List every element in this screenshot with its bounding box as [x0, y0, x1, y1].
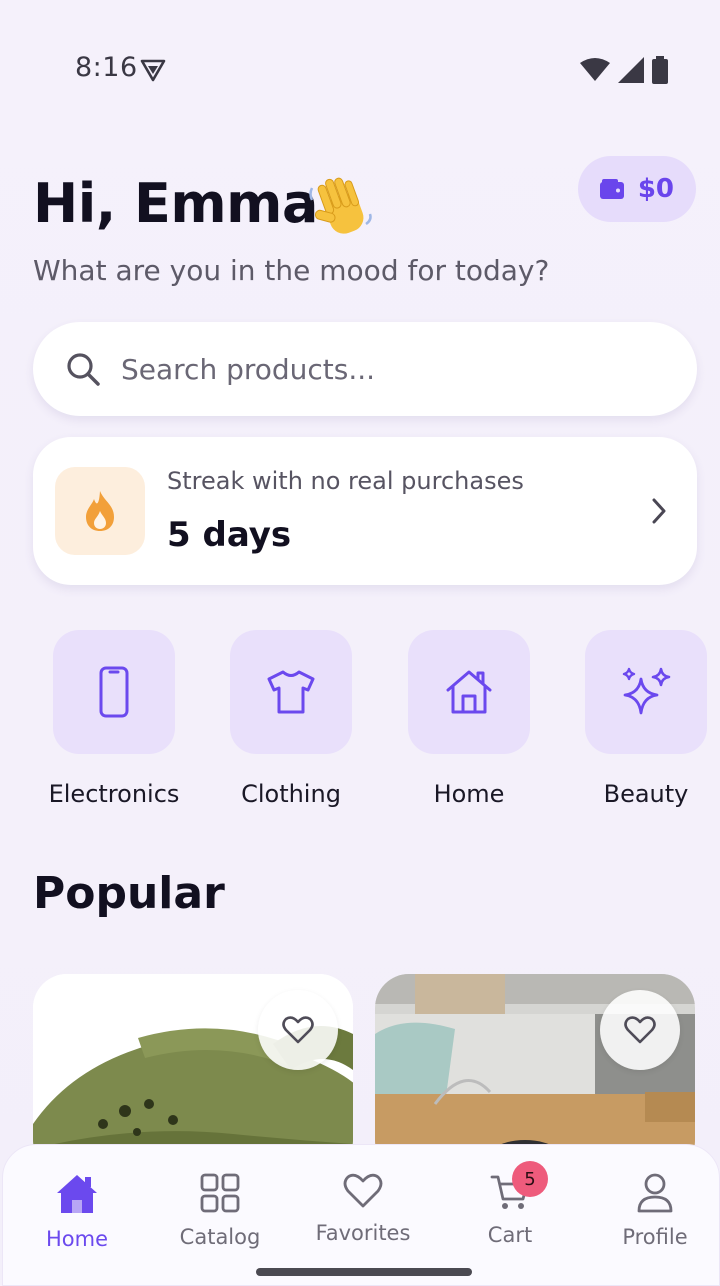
category-label: Home	[433, 780, 505, 808]
phone-icon	[99, 666, 129, 718]
search-input[interactable]	[119, 351, 643, 387]
heart-icon	[282, 1016, 314, 1044]
nav-catalog[interactable]: Catalog	[150, 1173, 290, 1249]
bottom-navigation: Home Catalog Favorites 5 Cart Profile	[2, 1144, 720, 1286]
wallet-balance-button[interactable]: $0	[577, 156, 696, 222]
chevron-right-icon	[652, 498, 666, 524]
flame-icon	[86, 491, 114, 531]
category-tile	[408, 630, 530, 754]
vpn-icon	[140, 59, 166, 82]
status-time: 8:16	[75, 52, 138, 83]
nav-home[interactable]: Home	[7, 1173, 147, 1251]
waving-hand-icon	[309, 177, 372, 234]
nav-label: Profile	[622, 1225, 688, 1249]
heart-icon	[343, 1173, 383, 1208]
favorite-button[interactable]	[258, 990, 338, 1070]
category-tile	[53, 630, 175, 754]
greeting-subtitle: What are you in the mood for today?	[33, 254, 550, 287]
house-icon	[446, 670, 492, 714]
streak-label: Streak with no real purchases	[167, 467, 524, 495]
greeting-title: Hi, Emma	[33, 172, 318, 235]
streak-icon-tile	[55, 467, 145, 555]
sparkles-icon	[622, 667, 671, 715]
category-beauty[interactable]: Beauty	[566, 630, 720, 808]
section-title-popular: Popular	[33, 868, 225, 919]
cart-badge: 5	[512, 1161, 548, 1197]
status-icons	[580, 56, 668, 84]
search-bar[interactable]	[33, 322, 697, 416]
category-electronics[interactable]: Electronics	[34, 630, 194, 808]
nav-profile[interactable]: Profile	[585, 1173, 720, 1249]
home-indicator[interactable]	[256, 1268, 472, 1276]
nav-label: Home	[45, 1227, 108, 1251]
favorite-button[interactable]	[600, 990, 680, 1070]
battery-icon	[652, 56, 668, 84]
category-label: Clothing	[241, 780, 341, 808]
streak-card[interactable]: Streak with no real purchases 5 days	[33, 437, 697, 585]
tshirt-icon	[267, 670, 315, 714]
search-icon	[67, 353, 100, 386]
heart-icon	[624, 1016, 656, 1044]
category-home[interactable]: Home	[389, 630, 549, 808]
grid-icon	[200, 1173, 240, 1213]
category-tile	[230, 630, 352, 754]
person-icon	[637, 1173, 673, 1213]
category-tile	[585, 630, 707, 754]
nav-favorites[interactable]: Favorites	[293, 1173, 433, 1245]
nav-cart[interactable]: 5 Cart	[440, 1161, 580, 1247]
wallet-icon	[599, 179, 624, 199]
category-label: Beauty	[603, 780, 689, 808]
nav-label: Catalog	[179, 1225, 261, 1249]
home-icon	[57, 1175, 97, 1213]
nav-label: Cart	[487, 1223, 533, 1247]
streak-value: 5 days	[167, 515, 292, 555]
category-clothing[interactable]: Clothing	[211, 630, 371, 808]
signal-icon	[618, 57, 644, 83]
wifi-icon	[580, 58, 610, 81]
wallet-amount: $0	[637, 174, 674, 204]
category-label: Electronics	[48, 780, 180, 808]
nav-label: Favorites	[315, 1221, 411, 1245]
